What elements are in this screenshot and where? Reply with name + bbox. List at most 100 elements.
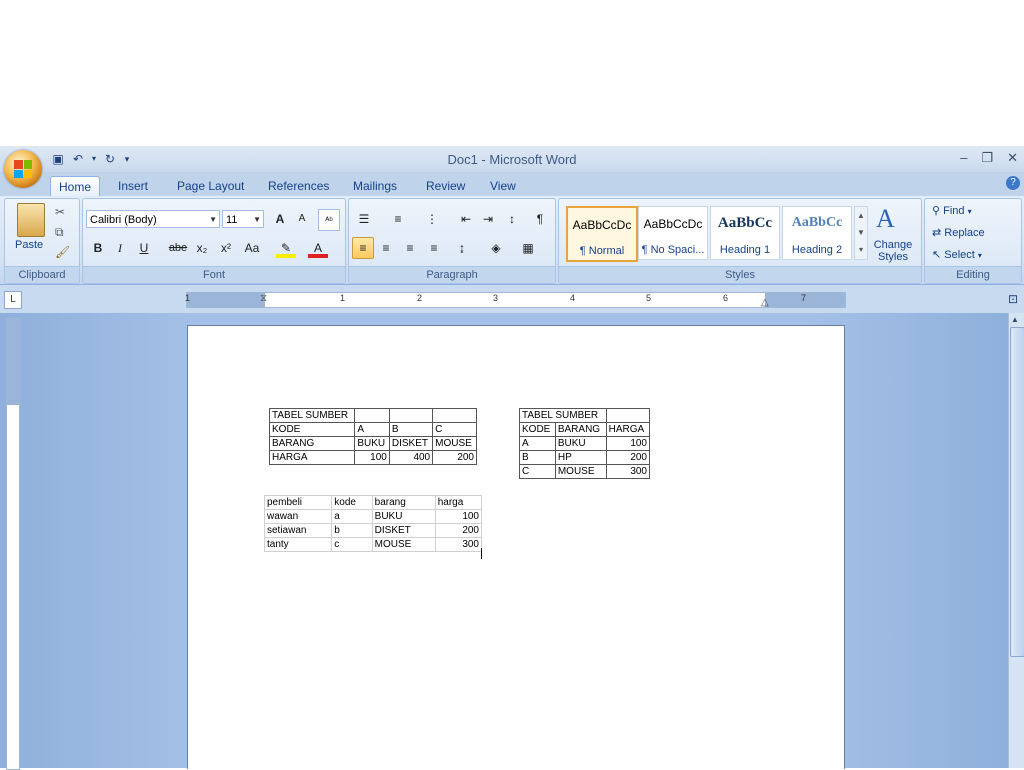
multilevel-list-icon[interactable]: ⋮ bbox=[422, 209, 442, 229]
table-cell[interactable]: KODE bbox=[268, 422, 356, 437]
superscript-button[interactable]: x² bbox=[216, 238, 236, 258]
office-button[interactable] bbox=[4, 150, 42, 188]
table-cell[interactable]: BARANG bbox=[554, 422, 607, 437]
table-cell[interactable]: a bbox=[331, 509, 373, 524]
style-normal[interactable]: AaBbCcDc ¶ Normal bbox=[566, 206, 638, 262]
styles-scroll[interactable]: ▲ ▼ ▾ bbox=[854, 206, 868, 260]
table-cell[interactable]: HP bbox=[554, 450, 607, 465]
table-cell[interactable]: pembeli bbox=[263, 495, 333, 510]
table-cell[interactable]: tanty bbox=[263, 537, 333, 552]
tab-mailings[interactable]: Mailings bbox=[345, 176, 405, 196]
table-cell[interactable]: C bbox=[432, 422, 477, 437]
borders-icon[interactable]: ▦ bbox=[518, 238, 538, 258]
clear-formatting-button[interactable]: ᴬᵇ bbox=[318, 209, 340, 231]
decrease-indent-icon[interactable]: ⇤ bbox=[456, 209, 476, 229]
tab-view[interactable]: View bbox=[482, 176, 524, 196]
close-button[interactable]: ✕ bbox=[1007, 150, 1018, 166]
table-cell[interactable]: A bbox=[354, 422, 390, 437]
shrink-font-button[interactable]: A bbox=[292, 209, 312, 229]
table-cell[interactable]: HARGA bbox=[268, 450, 356, 465]
cut-icon[interactable]: ✂ bbox=[55, 205, 65, 219]
table-cell[interactable]: TABEL SUMBER bbox=[519, 408, 607, 423]
table-cell[interactable]: 200 bbox=[432, 450, 477, 465]
style-heading-2[interactable]: AaBbCc Heading 2 bbox=[782, 206, 852, 260]
minimize-button[interactable]: – bbox=[960, 150, 967, 166]
table-cell[interactable]: BUKU bbox=[554, 436, 607, 451]
font-color-button[interactable]: A bbox=[308, 238, 328, 258]
table-cell[interactable]: BARANG bbox=[268, 436, 356, 451]
scroll-up-icon[interactable]: ▲ bbox=[1011, 315, 1019, 324]
table-cell[interactable]: MOUSE bbox=[554, 464, 607, 479]
table-cell[interactable]: MOUSE bbox=[371, 537, 436, 552]
change-case-button[interactable]: Aa bbox=[242, 238, 262, 258]
bold-button[interactable]: B bbox=[88, 238, 108, 258]
select-button[interactable]: ↖ Select ▾ bbox=[932, 248, 982, 261]
table-cell[interactable]: MOUSE bbox=[432, 436, 477, 451]
justify-icon[interactable]: ≡ bbox=[424, 238, 444, 258]
grow-font-button[interactable]: A bbox=[270, 209, 290, 229]
table-cell[interactable]: KODE bbox=[519, 422, 556, 437]
table-cell[interactable]: BUKU bbox=[354, 436, 390, 451]
vertical-ruler[interactable] bbox=[6, 318, 20, 770]
table-cell[interactable] bbox=[605, 408, 651, 423]
table-cell[interactable]: 200 bbox=[434, 523, 483, 538]
right-indent-marker-icon[interactable]: △ bbox=[761, 297, 769, 308]
table-cell[interactable]: DISKET bbox=[371, 523, 436, 538]
view-ruler-icon[interactable]: ⊡ bbox=[1008, 292, 1018, 306]
table-cell[interactable] bbox=[432, 408, 477, 423]
replace-button[interactable]: ⇄ Replace bbox=[932, 226, 985, 239]
numbering-icon[interactable]: ≡ bbox=[388, 209, 408, 229]
table-cell[interactable]: 300 bbox=[434, 537, 483, 552]
scrollbar-thumb[interactable] bbox=[1010, 327, 1024, 657]
vertical-scrollbar[interactable]: ▲ bbox=[1008, 313, 1024, 768]
change-styles-icon[interactable]: A bbox=[876, 204, 895, 234]
tab-home[interactable]: Home bbox=[50, 176, 101, 197]
table-cell[interactable] bbox=[388, 408, 434, 423]
table-cell[interactable]: b bbox=[331, 523, 373, 538]
table-cell[interactable]: kode bbox=[331, 495, 373, 510]
underline-button[interactable]: U bbox=[134, 238, 154, 258]
highlight-icon[interactable]: ✎ bbox=[276, 238, 296, 258]
shading-icon[interactable]: ◈ bbox=[486, 238, 506, 258]
find-button[interactable]: ⚲ Find ▾ bbox=[932, 204, 972, 217]
tab-references[interactable]: References bbox=[260, 176, 337, 196]
help-icon[interactable]: ? bbox=[1006, 176, 1020, 190]
italic-button[interactable]: I bbox=[110, 238, 130, 258]
increase-indent-icon[interactable]: ⇥ bbox=[478, 209, 498, 229]
indent-marker-icon[interactable]: ⧖ bbox=[260, 293, 267, 304]
table-cell[interactable]: 100 bbox=[354, 450, 390, 465]
table-cell[interactable]: c bbox=[331, 537, 373, 552]
copy-icon[interactable]: ⧉ bbox=[55, 225, 64, 240]
align-right-icon[interactable]: ≡ bbox=[400, 238, 420, 258]
bullets-icon[interactable]: ☰ bbox=[354, 209, 374, 229]
tab-page-layout[interactable]: Page Layout bbox=[169, 176, 252, 196]
format-painter-icon[interactable]: 🖌 bbox=[55, 245, 70, 259]
tab-review[interactable]: Review bbox=[418, 176, 473, 196]
table-cell[interactable]: C bbox=[519, 464, 556, 479]
horizontal-ruler[interactable]: 1 1 2 3 4 5 6 7 ⧖ △ bbox=[185, 292, 846, 308]
show-formatting-icon[interactable]: ¶ bbox=[530, 209, 550, 229]
table-cell[interactable]: harga bbox=[434, 495, 483, 510]
style-heading-1[interactable]: AaBbCc Heading 1 bbox=[710, 206, 780, 260]
table-cell[interactable] bbox=[354, 408, 390, 423]
table-cell[interactable]: BUKU bbox=[371, 509, 436, 524]
table-cell[interactable]: HARGA bbox=[605, 422, 651, 437]
table-cell[interactable]: B bbox=[388, 422, 434, 437]
table-cell[interactable]: B bbox=[519, 450, 556, 465]
table-cell[interactable]: wawan bbox=[263, 509, 333, 524]
line-spacing-icon[interactable]: ↨ bbox=[452, 238, 472, 258]
sort-icon[interactable]: ↕ bbox=[502, 209, 522, 229]
table-cell[interactable]: 200 bbox=[605, 450, 651, 465]
restore-button[interactable]: ❐ bbox=[981, 150, 993, 166]
align-center-icon[interactable]: ≡ bbox=[376, 238, 396, 258]
style-no-spacing[interactable]: AaBbCcDc ¶ No Spaci... bbox=[638, 206, 708, 260]
table-cell[interactable]: 300 bbox=[605, 464, 651, 479]
table-cell[interactable]: 100 bbox=[605, 436, 651, 451]
tab-selector-icon[interactable]: L bbox=[4, 291, 22, 309]
tab-insert[interactable]: Insert bbox=[110, 176, 156, 196]
table-cell[interactable]: A bbox=[519, 436, 556, 451]
change-styles-button[interactable]: Change Styles bbox=[870, 239, 916, 263]
table-cell[interactable]: setiawan bbox=[263, 523, 333, 538]
table-cell[interactable]: 100 bbox=[434, 509, 483, 524]
font-size-combo[interactable]: 11 ▼ bbox=[222, 210, 264, 228]
